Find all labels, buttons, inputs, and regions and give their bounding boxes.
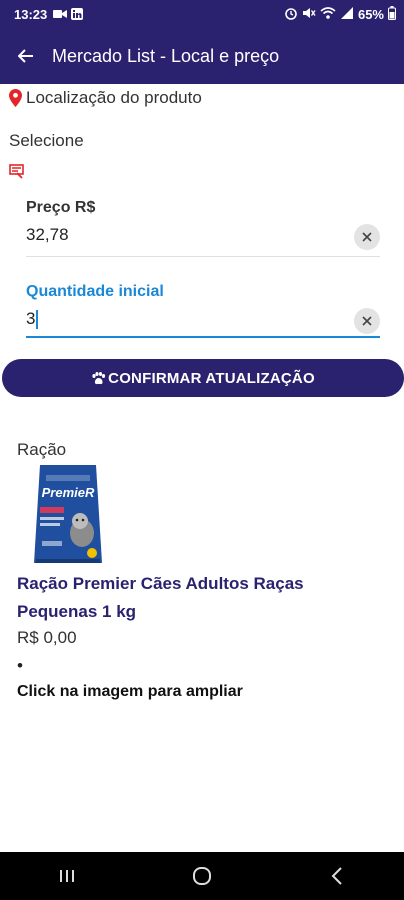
image-hint: Click na imagem para ampliar	[17, 683, 243, 700]
arrow-left-icon	[18, 49, 33, 63]
recent-apps-button[interactable]	[37, 852, 97, 900]
linkedin-icon	[71, 8, 84, 20]
text-cursor	[36, 309, 38, 329]
quantity-input[interactable]: 3	[26, 309, 380, 329]
app-bar: Mercado List - Local e preço	[0, 28, 404, 84]
system-nav-bar	[0, 852, 404, 900]
battery-icon	[388, 5, 396, 23]
page-title: Mercado List - Local e preço	[52, 45, 280, 66]
location-row: Localização do produto	[9, 88, 202, 108]
confirm-update-button[interactable]: CONFIRMAR ATUALIZAÇÃO	[2, 359, 404, 397]
product-image[interactable]: PremieR	[32, 463, 104, 572]
select-label[interactable]: Selecione	[9, 131, 84, 151]
recent-apps-icon	[60, 870, 75, 882]
price-underline	[26, 256, 380, 257]
home-button[interactable]	[172, 852, 232, 900]
price-field[interactable]: Preço R$ 32,78	[26, 199, 380, 257]
close-icon	[362, 232, 372, 242]
back-button[interactable]	[0, 28, 52, 84]
confirm-update-label: CONFIRMAR ATUALIZAÇÃO	[108, 369, 315, 387]
product-name[interactable]: Ração Premier Cães Adultos Raças Pequena…	[17, 570, 387, 626]
quantity-underline	[26, 336, 380, 338]
product-category: Ração	[17, 440, 67, 459]
product-price: R$ 0,00	[17, 628, 77, 647]
location-label: Localização do produto	[26, 88, 202, 107]
quantity-field[interactable]: Quantidade inicial 3	[26, 283, 380, 339]
product-brand-text: PremieR	[42, 485, 95, 500]
chevron-left-icon	[331, 867, 342, 885]
video-call-icon	[53, 9, 68, 19]
clear-quantity-button[interactable]	[354, 308, 380, 334]
status-time: 13:23	[14, 6, 48, 22]
clear-price-button[interactable]	[354, 224, 380, 250]
close-icon	[362, 316, 372, 326]
location-pin-icon	[9, 89, 22, 107]
quantity-label: Quantidade inicial	[26, 283, 164, 300]
bullet: •	[17, 656, 23, 675]
wifi-icon	[320, 6, 336, 23]
paw-icon	[91, 371, 106, 385]
home-icon	[192, 867, 211, 885]
status-bar: 13:23 65%	[0, 0, 404, 28]
price-input[interactable]: 32,78	[26, 225, 380, 245]
store-icon[interactable]	[9, 163, 25, 184]
quantity-value: 3	[26, 309, 36, 328]
alarm-icon	[284, 6, 298, 23]
mute-icon	[302, 6, 316, 23]
system-back-button[interactable]	[307, 852, 367, 900]
price-label: Preço R$	[26, 199, 96, 216]
signal-icon	[340, 6, 354, 23]
battery-level: 65%	[357, 6, 384, 22]
